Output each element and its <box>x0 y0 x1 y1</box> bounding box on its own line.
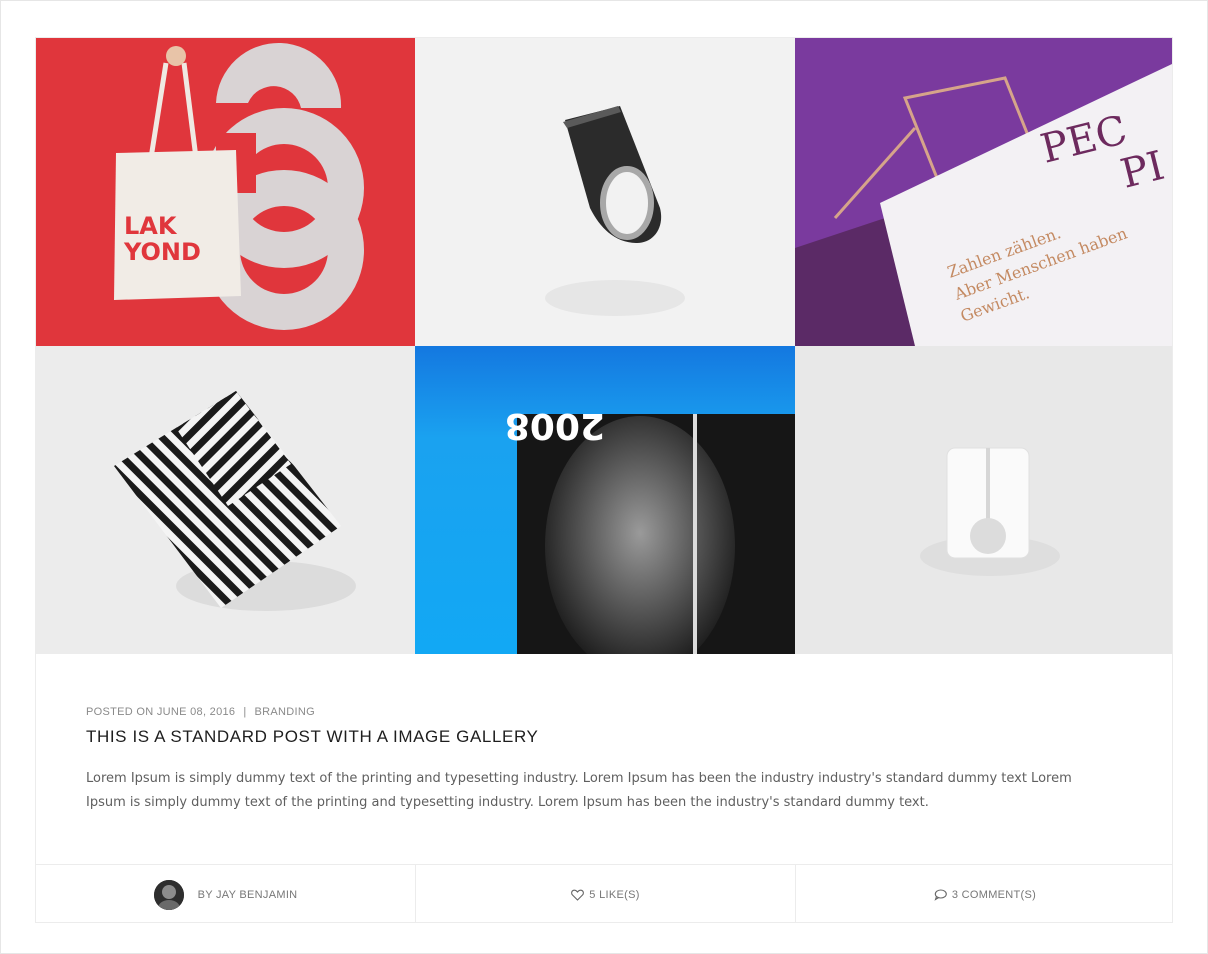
image-gallery: LAK YOND PEC PI Zahlen zählen. Aber Mens… <box>36 38 1172 654</box>
print-magazine-illustration: PEC PI Zahlen zählen. Aber Menschen habe… <box>795 38 1172 346</box>
post-title[interactable]: THIS IS A STANDARD POST WITH A IMAGE GAL… <box>86 727 538 747</box>
comment-bubble-icon <box>934 889 947 901</box>
author-info[interactable]: BY JAY BENJAMIN <box>36 865 416 922</box>
likes-count: 5 LIKE(S) <box>589 889 640 901</box>
bag-logo-line1: LAK <box>124 212 178 240</box>
ring-illustration <box>415 38 795 346</box>
white-object-illustration <box>795 346 1172 654</box>
magazine-cover-number: 2008 <box>505 405 605 446</box>
category-link[interactable]: BRANDING <box>255 706 315 718</box>
author-name: BY JAY BENJAMIN <box>197 889 298 901</box>
likes-button[interactable]: 5 LIKE(S) <box>416 865 796 922</box>
meta-separator: | <box>243 706 247 718</box>
pattern-paper-illustration <box>36 346 415 654</box>
bag-logo-line2: YOND <box>123 238 201 266</box>
tote-bag-illustration: LAK YOND <box>36 38 415 346</box>
post-excerpt: Lorem Ipsum is simply dummy text of the … <box>86 771 1072 810</box>
blog-post-card: LAK YOND PEC PI Zahlen zählen. Aber Mens… <box>35 37 1173 923</box>
gallery-image-pattern-paper[interactable] <box>36 346 415 654</box>
comments-count: 3 COMMENT(S) <box>951 889 1037 901</box>
comments-button[interactable]: 3 COMMENT(S) <box>796 865 1172 922</box>
heart-icon <box>571 889 585 901</box>
gallery-image-tote-bag[interactable]: LAK YOND <box>36 38 415 346</box>
magazine-face-illustration: 2008 <box>415 346 795 654</box>
gallery-image-white-object[interactable] <box>795 346 1172 654</box>
post-meta: POSTED ON JUNE 08, 2016 | BRANDING <box>86 706 315 718</box>
gallery-image-print-magazine[interactable]: PEC PI Zahlen zählen. Aber Menschen habe… <box>795 38 1172 346</box>
post-footer: BY JAY BENJAMIN 5 LIKE(S) 3 COMMENT(S) <box>36 864 1172 922</box>
post-date: POSTED ON JUNE 08, 2016 <box>86 706 236 718</box>
avatar <box>153 880 184 910</box>
gallery-image-magazine-face[interactable]: 2008 <box>415 346 795 654</box>
gallery-image-ring[interactable] <box>415 38 795 346</box>
